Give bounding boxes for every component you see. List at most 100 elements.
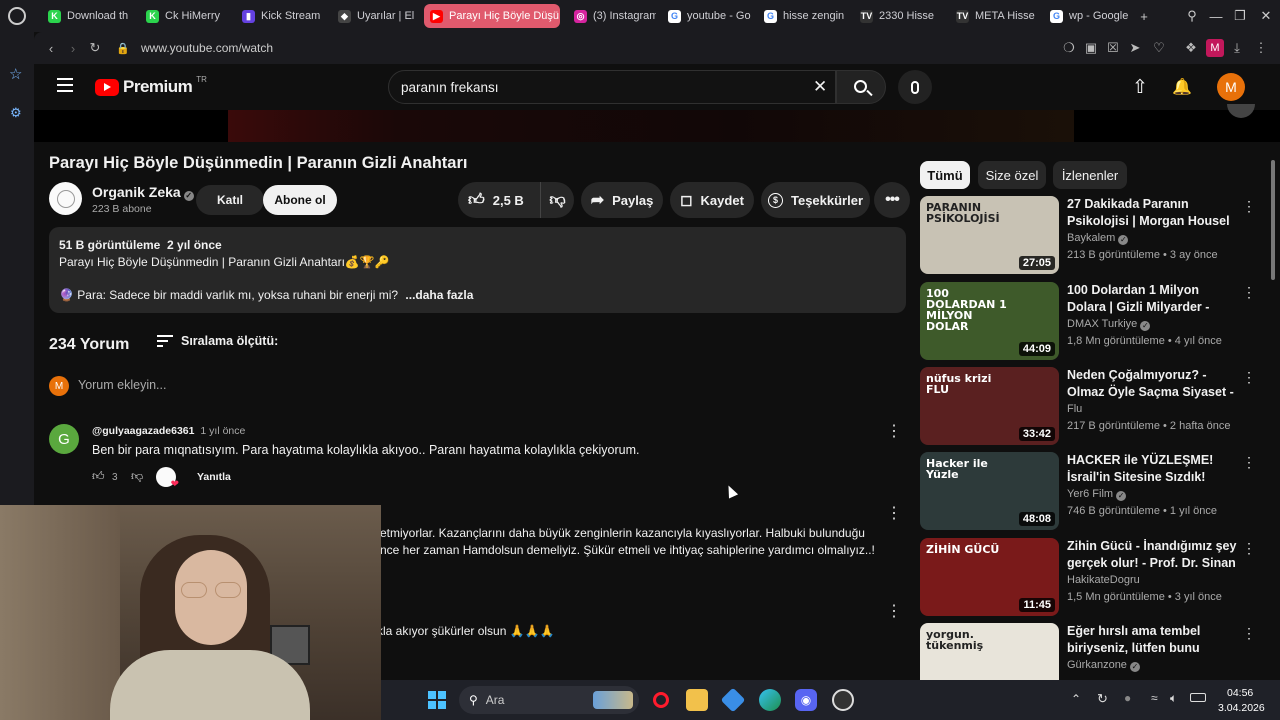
pin-icon[interactable]: ❍ (1060, 39, 1078, 57)
search-button[interactable] (836, 70, 886, 104)
notifications-bell-icon[interactable]: 🔔 (1172, 77, 1192, 97)
recommended-channel[interactable]: Flu (1067, 403, 1082, 415)
browser-tab[interactable]: ◆ Uyarılar | El (332, 4, 418, 28)
recommended-channel[interactable]: Baykalem ✓ (1067, 232, 1129, 245)
more-actions-button[interactable]: ••• (874, 182, 910, 218)
join-button[interactable]: Katıl (196, 185, 264, 215)
dislike-button[interactable]: 👎︎ (540, 182, 574, 218)
back-icon[interactable]: ‹ (42, 39, 60, 57)
clock-date[interactable]: 3.04.2026 (1218, 702, 1265, 714)
snapshot-icon[interactable]: ▣ (1082, 39, 1100, 57)
comment-menu-icon[interactable]: ⋮ (886, 503, 902, 523)
recommended-video[interactable]: nüfus krizi FLU 33:42 Neden Çoğalmıyoruz? … (920, 367, 1256, 445)
recommended-video[interactable]: 100 DOLARDAN 1 MİLYON DOLAR 44:09 100 Dola… (920, 282, 1256, 360)
comment-menu-icon[interactable]: ⋮ (886, 601, 902, 621)
channel-name[interactable]: Organik Zeka ✓ (92, 184, 194, 201)
miniplayer-toggle-icon[interactable] (1227, 104, 1255, 118)
search-input[interactable]: paranın frekansı (401, 80, 499, 95)
recommended-video-title[interactable]: Zihin Gücü - İnandığımız şey gerçek olur… (1067, 538, 1237, 572)
recommended-channel[interactable]: DMAX Turkiye ✓ (1067, 318, 1151, 331)
recommended-channel[interactable]: Gürkanzone ✓ (1067, 659, 1140, 672)
subscribe-button[interactable]: Abone ol (263, 185, 337, 215)
restore-icon[interactable]: ❐ (1230, 6, 1250, 26)
recommended-video[interactable]: ZİHİN GÜCÜ 11:45 Zihin Gücü - İnandığımız … (920, 538, 1256, 616)
clear-search-icon[interactable]: ✕ (813, 77, 827, 97)
page-scrollbar[interactable] (1271, 160, 1275, 280)
video-thumbnail[interactable]: 100 DOLARDAN 1 MİLYON DOLAR 44:09 (920, 282, 1059, 360)
recommended-menu-icon[interactable]: ⋮ (1242, 625, 1256, 642)
share-button[interactable]: ➦ Paylaş (581, 182, 663, 218)
comment-dislike-icon[interactable]: 👎︎ (131, 469, 143, 484)
discord-icon[interactable]: ◉ (795, 689, 817, 711)
tray-mic-icon[interactable]: ● (1124, 691, 1131, 705)
recommended-channel[interactable]: HakikateDogru (1067, 574, 1140, 586)
reload-icon[interactable]: ↻ (86, 39, 104, 57)
comment-author-avatar[interactable]: G (49, 424, 79, 454)
recommended-menu-icon[interactable]: ⋮ (1242, 454, 1256, 471)
recommended-video-title[interactable]: 100 Dolardan 1 Milyon Dolara | Gizli Mil… (1067, 282, 1237, 316)
star-icon[interactable]: ☆ (9, 65, 22, 83)
clock-time[interactable]: 04:56 (1227, 687, 1253, 699)
opera-logo-icon[interactable] (8, 7, 26, 25)
recommended-menu-icon[interactable]: ⋮ (1242, 198, 1256, 215)
video-thumbnail[interactable]: ZİHİN GÜCÜ 11:45 (920, 538, 1059, 616)
comment-author[interactable]: @gulyaagazade6361 (92, 425, 194, 437)
show-more-link[interactable]: ...daha fazla (405, 288, 473, 302)
recommended-video[interactable]: PARANIN PSİKOLOJİSİ 27:05 27 Dakikada Para… (920, 196, 1256, 274)
recommended-menu-icon[interactable]: ⋮ (1242, 369, 1256, 386)
tray-chevron-icon[interactable]: ⌃ (1071, 692, 1081, 706)
recommended-video-title[interactable]: Eğer hırslı ama tembel biriyseniz, lütfe… (1067, 623, 1237, 657)
save-button[interactable]: ◻ Kaydet (670, 182, 754, 218)
browser-tab[interactable]: ◎ (3) Instagram (568, 4, 656, 28)
browser-tab[interactable]: Gyoutube - Go (662, 4, 752, 28)
forward-icon[interactable]: › (64, 39, 82, 57)
like-button[interactable]: 👍︎ 2,5 B (458, 182, 540, 218)
recommended-video-title[interactable]: HACKER ile YÜZLEŞME! İsrail'in Sitesine … (1067, 452, 1237, 486)
video-thumbnail[interactable]: yorgun. tükenmiş (920, 623, 1059, 688)
sort-button[interactable]: Sıralama ölçütü: (157, 334, 278, 348)
upload-icon[interactable]: ⇧ (1132, 76, 1148, 99)
vpn-icon[interactable]: ⚙ (10, 105, 22, 121)
comment-like-icon[interactable]: 👍︎ (92, 469, 105, 484)
browser-tab[interactable]: TV 2330 Hisse (854, 4, 944, 28)
chip-for-you[interactable]: Size özel (978, 161, 1046, 189)
opera-taskbar-icon[interactable] (650, 689, 672, 711)
video-player[interactable] (34, 104, 1280, 142)
adblock-icon[interactable]: ☒ (1104, 39, 1122, 57)
channel-avatar[interactable] (49, 182, 82, 215)
video-thumbnail[interactable]: Hacker ile Yüzle 48:08 (920, 452, 1059, 530)
hamburger-menu-icon[interactable] (57, 78, 73, 92)
recommended-video-title[interactable]: 27 Dakikada Paranın Psikolojisi | Morgan… (1067, 196, 1237, 230)
recommended-video[interactable]: Hacker ile Yüzle 48:08 HACKER ile YÜZLEŞME… (920, 452, 1256, 530)
windows-start-icon[interactable] (426, 689, 448, 711)
search-box[interactable]: paranın frekansı ✕ (388, 70, 836, 104)
wifi-icon[interactable]: ≈ (1151, 691, 1158, 705)
recommended-menu-icon[interactable]: ⋮ (1242, 540, 1256, 557)
url-text[interactable]: www.youtube.com/watch (141, 41, 273, 55)
youtube-logo[interactable]: Premium TR (95, 75, 207, 97)
volume-icon[interactable]: 🔈︎ (1170, 691, 1177, 706)
menu-icon[interactable]: ⋮ (1252, 39, 1270, 57)
search-tabs-icon[interactable]: ⚲ (1182, 6, 1202, 26)
profile-icon[interactable]: M (1206, 39, 1224, 57)
edge-icon[interactable] (759, 689, 781, 711)
voice-search-button[interactable] (898, 70, 932, 104)
tray-sync-icon[interactable]: ↻ (1097, 691, 1108, 707)
browser-tab[interactable]: Gwp - Google (1044, 4, 1134, 28)
chip-watched[interactable]: İzlenenler (1053, 161, 1127, 189)
browser-tab[interactable]: K Download th (42, 4, 132, 28)
comment-time[interactable]: 1 yıl önce (200, 425, 245, 437)
account-avatar[interactable]: M (1217, 73, 1245, 101)
browser-tab[interactable]: Ghisse zengin (758, 4, 848, 28)
add-comment-input[interactable]: Yorum ekleyin... (78, 378, 906, 398)
description-box[interactable]: 51 B görüntüleme 2 yıl önce Parayı Hiç B… (49, 227, 906, 313)
comment-menu-icon[interactable]: ⋮ (886, 421, 902, 441)
send-icon[interactable]: ➤ (1126, 39, 1144, 57)
video-thumbnail[interactable]: nüfus krizi FLU 33:42 (920, 367, 1059, 445)
browser-tab[interactable]: K Ck HiMerry (140, 4, 230, 28)
browser-tab[interactable]: ▶ Parayı Hiç Böyle Düşü (424, 4, 560, 28)
browser-tab[interactable]: ▮ Kick Stream (236, 4, 326, 28)
file-explorer-icon[interactable] (686, 689, 708, 711)
obs-icon[interactable] (832, 689, 854, 711)
video-thumbnail[interactable]: PARANIN PSİKOLOJİSİ 27:05 (920, 196, 1059, 274)
